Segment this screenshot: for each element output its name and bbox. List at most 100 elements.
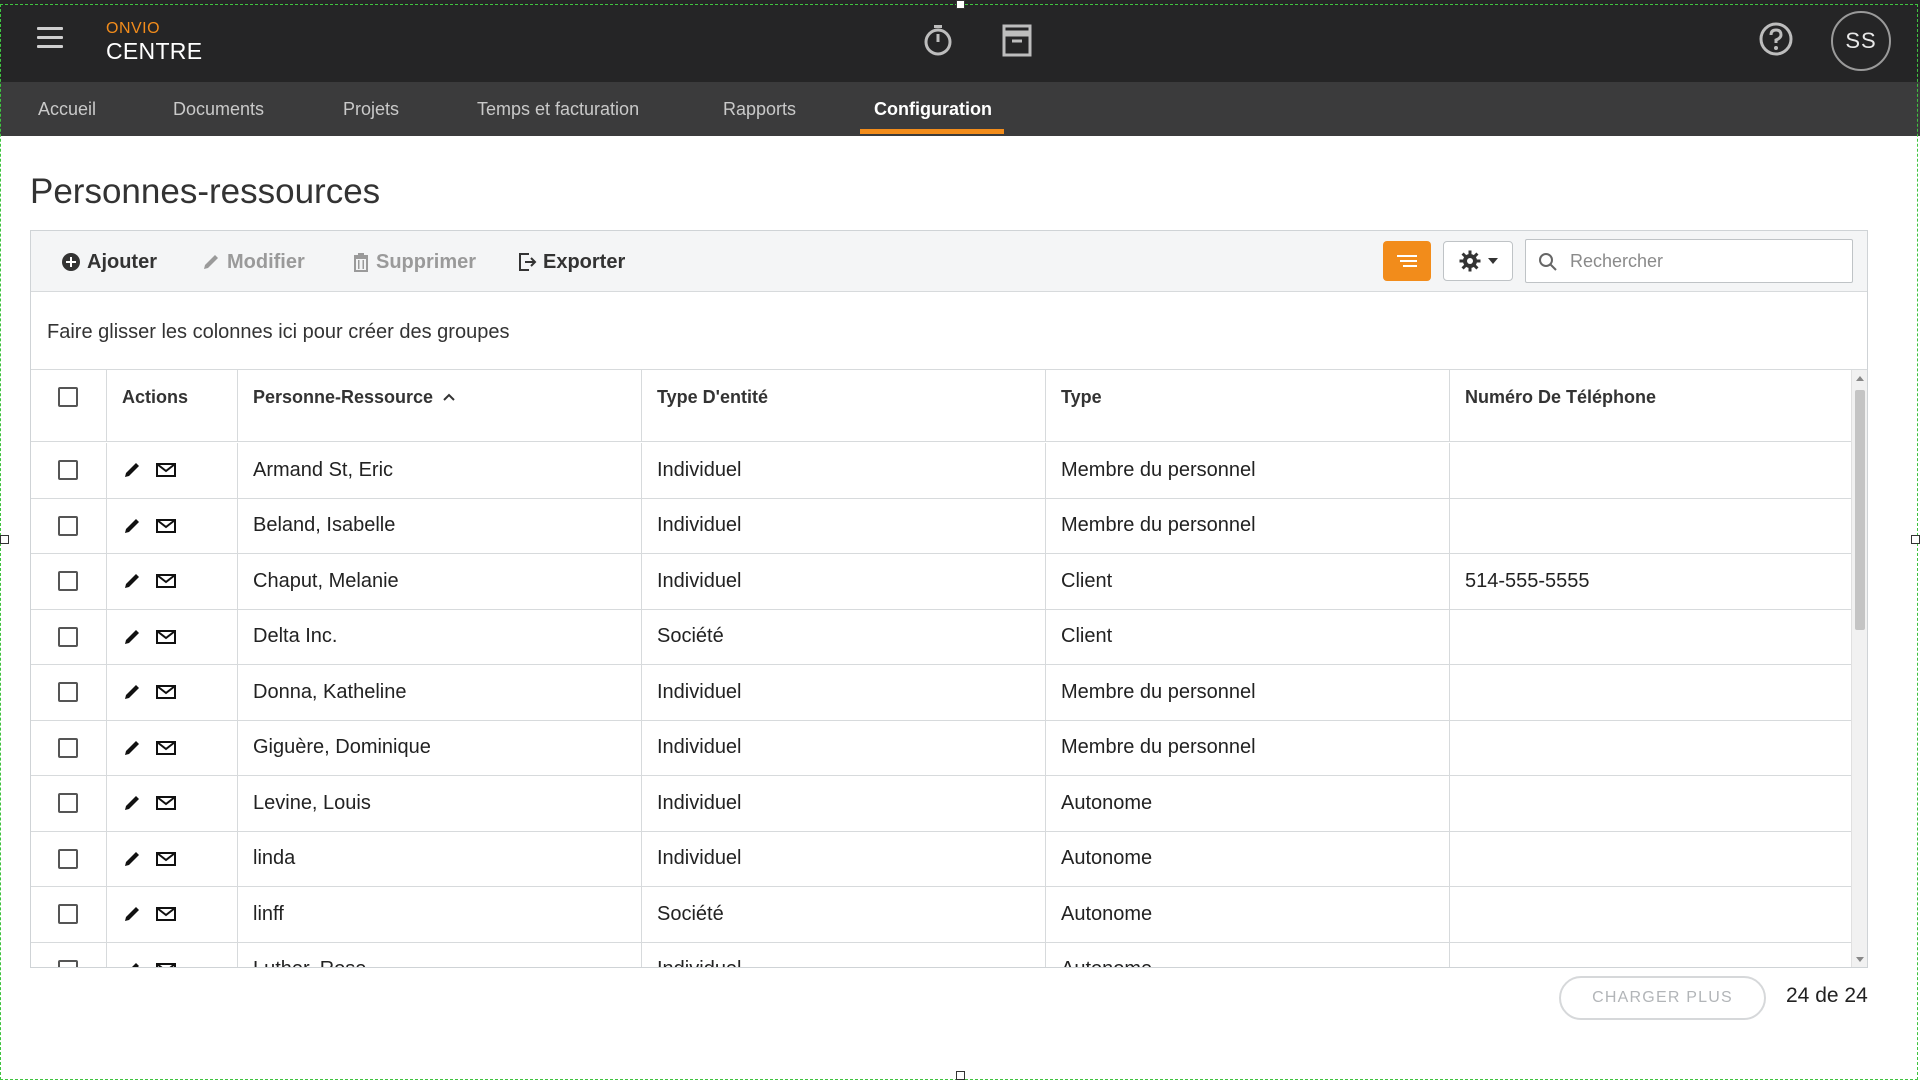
cell-phone [1450, 721, 1851, 776]
edit-pencil-icon[interactable] [122, 682, 142, 702]
row-checkbox[interactable] [58, 682, 78, 703]
table-row[interactable]: Luther, RoseIndividuelAutonome [31, 942, 1851, 967]
table-row[interactable]: Chaput, Melanie Individuel Client 514-555-5… [31, 554, 1851, 610]
email-icon[interactable] [156, 462, 176, 478]
email-icon[interactable] [156, 740, 176, 756]
delete-button[interactable]: Supprimer [352, 248, 476, 276]
resize-handle[interactable] [956, 1071, 965, 1080]
select-all-checkbox[interactable] [58, 387, 78, 407]
cell-entity-type: Individuel [642, 554, 1046, 609]
edit-pencil-icon[interactable] [122, 793, 142, 813]
edit-pencil-icon[interactable] [122, 904, 142, 924]
nav-item-projets[interactable]: Projets [343, 82, 399, 136]
export-button[interactable]: Exporter [517, 248, 625, 276]
cell-type: Membre du personnel [1046, 665, 1450, 720]
user-avatar[interactable]: SS [1831, 11, 1891, 71]
row-select-cell [31, 720, 107, 775]
nav-item-rapports[interactable]: Rapports [723, 82, 796, 136]
table-row[interactable]: linda Individuel Autonome [31, 831, 1851, 887]
nav-item-documents[interactable]: Documents [173, 82, 264, 136]
load-more-button[interactable]: CHARGER PLUS [1559, 976, 1766, 1020]
resize-handle[interactable] [1911, 535, 1920, 544]
table-row[interactable]: Armand St, Eric Individuel Membre du perso… [31, 443, 1851, 499]
table-row[interactable]: linff Société Autonome [31, 887, 1851, 943]
archive-icon[interactable] [997, 20, 1037, 60]
email-icon[interactable] [156, 795, 176, 811]
brand-top-text: ONVIO [106, 20, 161, 37]
nav-item-configuration[interactable]: Configuration [874, 82, 992, 136]
header-entity-type[interactable]: Type D'entité [642, 370, 1046, 442]
brand-logo[interactable]: ONVIO CENTRE [106, 20, 202, 64]
table-row[interactable]: Donna, Katheline Individuel Membre du pers… [31, 665, 1851, 721]
email-icon[interactable] [156, 518, 176, 534]
cell-phone [1450, 499, 1851, 554]
edit-pencil-icon[interactable] [122, 627, 142, 647]
timer-icon[interactable] [918, 20, 958, 60]
row-checkbox[interactable] [58, 904, 78, 925]
row-select-cell [31, 887, 107, 942]
row-checkbox[interactable] [58, 848, 78, 869]
row-checkbox[interactable] [58, 571, 78, 592]
caret-down-icon [1488, 258, 1498, 264]
edit-pencil-icon[interactable] [122, 849, 142, 869]
row-checkbox[interactable] [58, 737, 78, 758]
add-button[interactable]: Ajouter [61, 248, 157, 276]
row-actions [107, 554, 238, 609]
header-type[interactable]: Type [1046, 370, 1450, 442]
contacts-grid: Actions Personne-Ressource Type D'entité… [31, 369, 1867, 967]
scroll-up-arrow-icon[interactable] [1856, 376, 1864, 381]
resize-handle[interactable] [0, 535, 9, 544]
edit-pencil-icon[interactable] [122, 960, 142, 967]
edit-pencil-icon[interactable] [122, 738, 142, 758]
edit-pencil-icon[interactable] [122, 460, 142, 480]
nav-item-temps-facturation[interactable]: Temps et facturation [477, 82, 639, 136]
table-row[interactable]: Levine, Louis Individuel Autonome [31, 776, 1851, 832]
email-icon[interactable] [156, 684, 176, 700]
cell-phone: 514-555-5555 [1465, 569, 1590, 592]
table-row[interactable]: Delta Inc. Société Client [31, 609, 1851, 665]
cell-type: Membre du personnel [1046, 498, 1450, 553]
cell-contact: Delta Inc. [238, 609, 642, 664]
email-icon[interactable] [156, 851, 176, 867]
scrollbar-thumb[interactable] [1855, 390, 1865, 630]
search-icon [1539, 253, 1557, 271]
group-drop-hint[interactable]: Faire glisser les colonnes ici pour crée… [47, 321, 509, 344]
email-icon[interactable] [156, 573, 176, 589]
cell-contact: Chaput, Melanie [238, 554, 642, 609]
top-bar: ONVIO CENTRE SS [0, 0, 1920, 82]
header-contact-label: Personne-Ressource [253, 387, 434, 407]
header-contact[interactable]: Personne-Ressource [238, 370, 642, 442]
row-select-cell [31, 776, 107, 831]
row-checkbox[interactable] [58, 793, 78, 814]
table-row[interactable]: Giguère, Dominique Individuel Membre du pe… [31, 720, 1851, 776]
delete-label: Supprimer [376, 250, 477, 273]
row-actions [107, 720, 238, 775]
header-phone[interactable]: Numéro De Téléphone [1450, 370, 1851, 442]
row-select-cell [31, 609, 107, 664]
row-checkbox[interactable] [58, 626, 78, 647]
cell-type: Membre du personnel [1046, 443, 1450, 498]
vertical-scrollbar[interactable] [1851, 370, 1867, 967]
email-icon[interactable] [156, 962, 176, 967]
edit-button[interactable]: Modifier [201, 248, 305, 276]
scroll-down-arrow-icon[interactable] [1856, 957, 1864, 962]
row-checkbox[interactable] [58, 515, 78, 536]
table-row[interactable]: Beland, Isabelle Individuel Membre du pers… [31, 498, 1851, 554]
search-input[interactable] [1568, 244, 1846, 278]
cell-contact: Levine, Louis [238, 776, 642, 831]
email-icon[interactable] [156, 906, 176, 922]
record-count: 24 de 24 [1786, 984, 1868, 1007]
menu-icon[interactable] [37, 27, 63, 49]
group-toggle-button[interactable] [1383, 241, 1431, 281]
email-icon[interactable] [156, 629, 176, 645]
settings-dropdown-button[interactable] [1443, 241, 1513, 281]
cell-entity-type: Individuel [642, 498, 1046, 553]
nav-item-accueil[interactable]: Accueil [38, 82, 96, 136]
resize-handle[interactable] [956, 0, 965, 9]
row-actions [107, 498, 238, 553]
row-checkbox[interactable] [58, 959, 78, 967]
edit-pencil-icon[interactable] [122, 571, 142, 591]
row-checkbox[interactable] [58, 460, 78, 481]
edit-pencil-icon[interactable] [122, 516, 142, 536]
help-icon[interactable] [1758, 21, 1794, 57]
